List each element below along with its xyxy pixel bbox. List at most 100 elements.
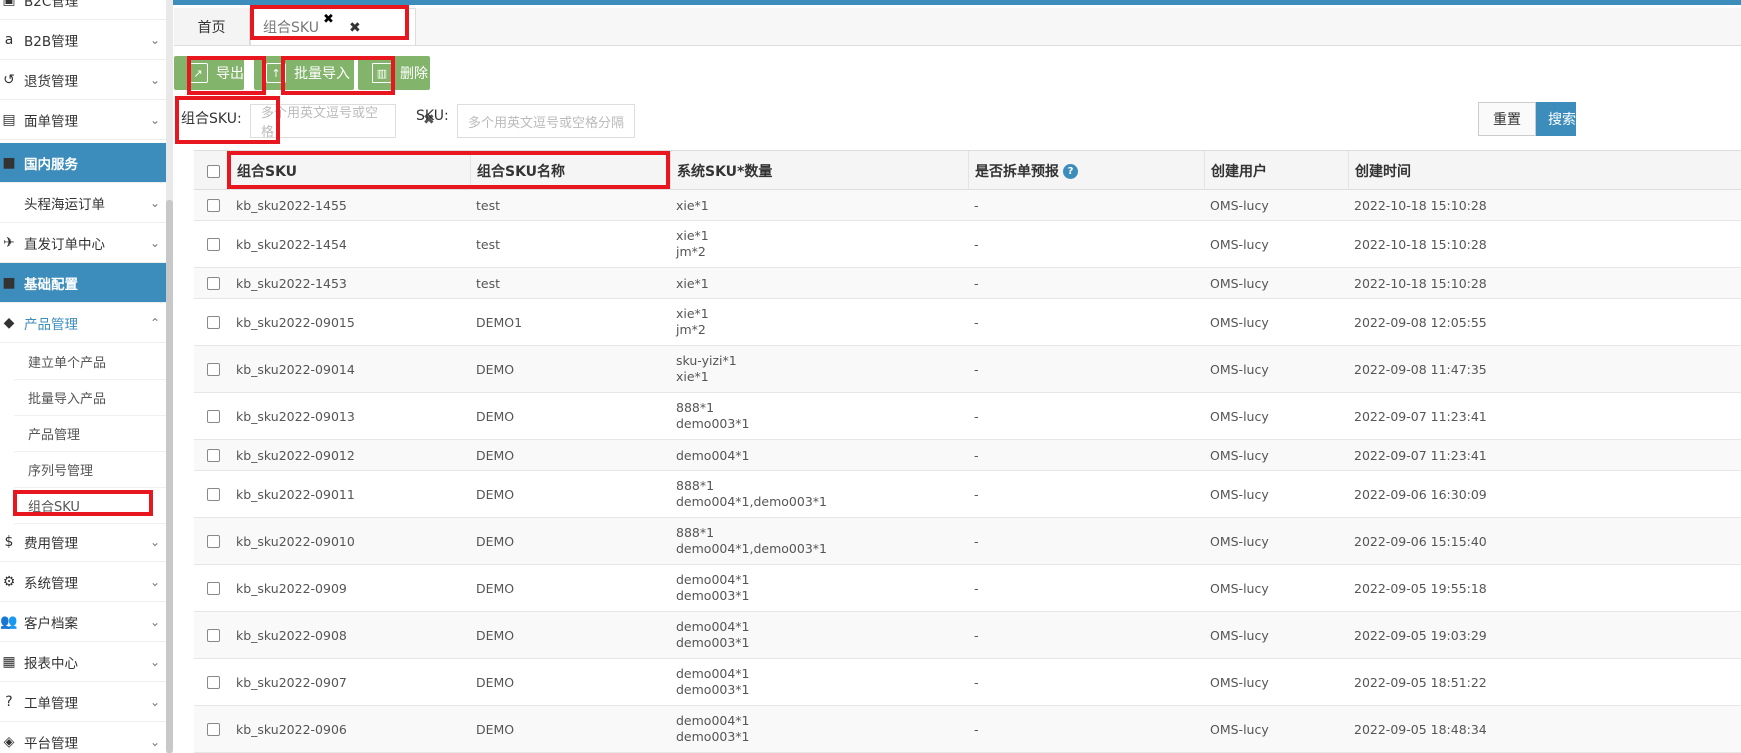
cell-created-by: OMS-lucy bbox=[1210, 361, 1269, 377]
sidebar-item-basic[interactable]: ■ 基础配置 bbox=[0, 263, 166, 303]
table-row[interactable]: kb_sku2022-0908 DEMO demo004*1 demo003*1 … bbox=[194, 612, 1741, 659]
table-row[interactable]: kb_sku2022-1453 test xie*1 - OMS-lucy 20… bbox=[194, 268, 1741, 299]
row-checkbox[interactable] bbox=[207, 487, 220, 501]
sidebar-item-lower[interactable]: ▦ 报表中心 ⌄ bbox=[0, 642, 166, 682]
cell-combo-sku-name: DEMO bbox=[476, 447, 515, 463]
header-system-sku-qty[interactable]: 系统SKU*数量 bbox=[670, 151, 968, 191]
sidebar-item-sea[interactable]: 头程海运订单 ⌄ bbox=[0, 183, 166, 223]
search-button[interactable]: 搜索 bbox=[1536, 102, 1576, 136]
table-row[interactable]: kb_sku2022-1454 test xie*1 jm*2 - OMS-luc… bbox=[194, 221, 1741, 268]
row-checkbox[interactable] bbox=[207, 581, 220, 595]
table-row[interactable]: kb_sku2022-0909 DEMO demo004*1 demo003*1 … bbox=[194, 565, 1741, 612]
sidebar-subitem[interactable]: 序列号管理 bbox=[14, 451, 166, 488]
row-checkbox[interactable] bbox=[207, 675, 220, 689]
sidebar-item-lower[interactable]: $ 费用管理 ⌄ bbox=[0, 522, 166, 562]
cell-system-sku-qty: 888*1 demo004*1,demo003*1 bbox=[676, 478, 827, 510]
sidebar-subitem[interactable]: 建立单个产品 bbox=[14, 343, 166, 380]
sidebar-item-b2b[interactable]: a B2B管理 ⌄ bbox=[0, 20, 166, 60]
tab-home[interactable]: 首页 bbox=[174, 8, 250, 45]
chevron-down-icon: ⌄ bbox=[149, 72, 161, 87]
table-row[interactable]: kb_sku2022-09014 DEMO sku-yizi*1 xie*1 - … bbox=[194, 346, 1741, 393]
cell-split-forecast: - bbox=[974, 197, 979, 213]
sidebar-subitem[interactable]: 产品管理 bbox=[14, 415, 166, 452]
table-row[interactable]: kb_sku2022-09010 DEMO 888*1 demo004*1,dem… bbox=[194, 518, 1741, 565]
cell-created-by: OMS-lucy bbox=[1210, 314, 1269, 330]
cell-combo-sku: kb_sku2022-09012 bbox=[236, 447, 355, 463]
row-checkbox[interactable] bbox=[207, 722, 220, 736]
cell-combo-sku-name: DEMO bbox=[476, 486, 515, 502]
sidebar-item-waybill[interactable]: ▤ 面单管理 ⌄ bbox=[0, 100, 166, 140]
row-checkbox[interactable] bbox=[207, 315, 220, 329]
sidebar-item-lower[interactable]: ⚙ 系统管理 ⌄ bbox=[0, 562, 166, 602]
combo-sku-filter-input[interactable]: 多个用英文逗号或空格 bbox=[250, 104, 396, 140]
header-split-forecast[interactable]: 是否拆单预报 ? bbox=[968, 151, 1204, 191]
folder-icon: ■ bbox=[2, 274, 16, 291]
sidebar-item-lower[interactable]: ◈ 平台管理 ⌄ bbox=[0, 722, 166, 753]
system-sku-item: demo003*1 bbox=[676, 729, 750, 744]
sidebar-item-direct[interactable]: ✈ 直发订单中心 ⌄ bbox=[0, 223, 166, 263]
header-combo-sku[interactable]: 组合SKU bbox=[230, 151, 470, 191]
cell-created-by: OMS-lucy bbox=[1210, 486, 1269, 502]
sidebar-item-b2c[interactable]: ▣ B2C管理 bbox=[0, 0, 166, 20]
table-row[interactable]: kb_sku2022-09011 DEMO 888*1 demo004*1,dem… bbox=[194, 471, 1741, 518]
cell-created-time: 2022-09-06 16:30:09 bbox=[1354, 486, 1487, 502]
sidebar-item-label: 平台管理 bbox=[24, 735, 78, 752]
row-checkbox[interactable] bbox=[207, 409, 220, 423]
cell-system-sku-qty: 888*1 demo004*1,demo003*1 bbox=[676, 525, 827, 557]
tab-bar: 首页 组合SKU ✖ ✖ bbox=[174, 8, 1741, 46]
cell-combo-sku: kb_sku2022-09011 bbox=[236, 486, 355, 502]
table-row[interactable]: kb_sku2022-0907 DEMO demo004*1 demo003*1 … bbox=[194, 659, 1741, 706]
tab-combo-sku[interactable]: 组合SKU ✖ bbox=[250, 8, 416, 45]
sidebar-item-lower[interactable]: 👥 客户档案 ⌄ bbox=[0, 602, 166, 642]
row-checkbox[interactable] bbox=[207, 628, 220, 642]
table-row[interactable]: kb_sku2022-0906 DEMO demo004*1 demo003*1 … bbox=[194, 706, 1741, 753]
delete-button[interactable]: ▥ 删除 bbox=[358, 56, 430, 90]
help-icon[interactable]: ? bbox=[1063, 163, 1078, 179]
header-created-by[interactable]: 创建用户 bbox=[1204, 151, 1348, 191]
sidebar-item-return[interactable]: ↺ 退货管理 ⌄ bbox=[0, 60, 166, 100]
sidebar-item-label: 报表中心 bbox=[24, 655, 78, 672]
system-sku-item: demo004*1 bbox=[676, 619, 750, 634]
row-checkbox[interactable] bbox=[207, 448, 220, 462]
select-all-checkbox[interactable] bbox=[207, 165, 220, 178]
table-row[interactable]: kb_sku2022-09012 DEMO demo004*1 - OMS-lu… bbox=[194, 440, 1741, 471]
cell-split-forecast: - bbox=[974, 627, 979, 643]
sidebar-item-product[interactable]: ◆ 产品管理 ⌃ bbox=[0, 303, 166, 343]
row-checkbox[interactable] bbox=[207, 362, 220, 376]
row-checkbox[interactable] bbox=[207, 534, 220, 548]
system-sku-item: demo004*1 bbox=[676, 666, 750, 681]
sidebar-item-domestic[interactable]: ■ 国内服务 bbox=[0, 143, 166, 183]
cell-combo-sku: kb_sku2022-0907 bbox=[236, 674, 347, 690]
header-created-time[interactable]: 创建时间 bbox=[1348, 151, 1741, 191]
undo-icon: ↺ bbox=[3, 71, 15, 88]
row-checkbox[interactable] bbox=[207, 237, 220, 251]
tab-close-icon[interactable]: ✖ bbox=[323, 12, 334, 27]
cell-combo-sku: kb_sku2022-09010 bbox=[236, 533, 355, 549]
table-row[interactable]: kb_sku2022-1455 test xie*1 - OMS-lucy 20… bbox=[194, 190, 1741, 221]
cell-created-by: OMS-lucy bbox=[1210, 275, 1269, 291]
sku-filter-input[interactable]: 多个用英文逗号或空格分隔 bbox=[457, 104, 635, 138]
close-all-tabs-icon[interactable]: ✖ bbox=[349, 20, 361, 36]
cube-icon: ◈ bbox=[3, 733, 15, 750]
sidebar-subitem[interactable]: 批量导入产品 bbox=[14, 379, 166, 416]
export-button[interactable]: ↗ 导出 bbox=[174, 56, 244, 90]
system-sku-item: demo003*1 bbox=[676, 416, 750, 431]
sidebar-subitem[interactable]: 组合SKU bbox=[14, 487, 166, 524]
row-checkbox[interactable] bbox=[207, 198, 220, 212]
table-row[interactable]: kb_sku2022-09013 DEMO 888*1 demo003*1 - O… bbox=[194, 393, 1741, 440]
cell-combo-sku-name: DEMO bbox=[476, 361, 515, 377]
sidebar-scrollbar-thumb[interactable] bbox=[166, 200, 173, 753]
sidebar-item-lower[interactable]: ? 工单管理 ⌄ bbox=[0, 682, 166, 722]
row-checkbox[interactable] bbox=[207, 276, 220, 290]
system-sku-item: demo004*1,demo003*1 bbox=[676, 541, 827, 556]
cell-created-by: OMS-lucy bbox=[1210, 447, 1269, 463]
system-sku-item: 888*1 bbox=[676, 400, 715, 415]
batch-import-button[interactable]: ↑ 批量导入 bbox=[254, 56, 354, 90]
cell-combo-sku-name: DEMO bbox=[476, 580, 515, 596]
cell-combo-sku: kb_sku2022-09015 bbox=[236, 314, 355, 330]
header-combo-sku-name[interactable]: 组合SKU名称 bbox=[470, 151, 670, 191]
sidebar-subitem-label: 建立单个产品 bbox=[28, 355, 107, 371]
reset-button[interactable]: 重置 bbox=[1478, 102, 1536, 136]
table-row[interactable]: kb_sku2022-09015 DEMO1 xie*1 jm*2 - OMS-l… bbox=[194, 299, 1741, 346]
cell-system-sku-qty: demo004*1 demo003*1 bbox=[676, 666, 750, 698]
